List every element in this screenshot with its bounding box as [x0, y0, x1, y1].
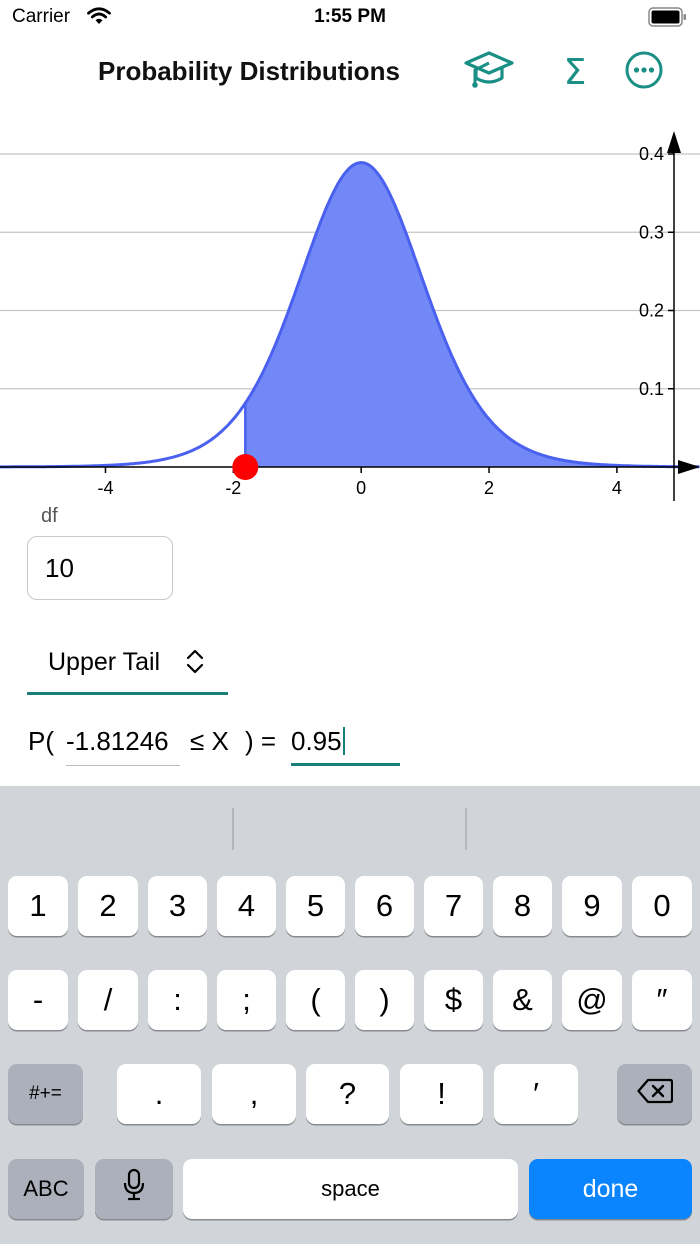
x-tick-label: 4	[612, 478, 622, 498]
delete-button[interactable]	[617, 1064, 692, 1124]
x-value-marker[interactable]	[232, 454, 259, 480]
key-slash[interactable]: /	[78, 970, 138, 1030]
key-abc[interactable]: ABC	[8, 1159, 84, 1219]
key-9[interactable]: 9	[562, 876, 622, 936]
x-tick-label: -2	[225, 478, 241, 498]
df-input[interactable]: 10	[27, 536, 173, 600]
key-semicolon[interactable]: ;	[217, 970, 276, 1030]
space-bar[interactable]: space	[183, 1159, 518, 1219]
x-axis-arrow	[678, 460, 700, 474]
navigation-bar: Probability Distributions Σ	[0, 36, 700, 108]
suggestion-divider	[465, 808, 467, 850]
x-value-field[interactable]: -1.81246	[66, 722, 180, 766]
key-1[interactable]: 1	[8, 876, 68, 936]
backspace-icon	[636, 1076, 673, 1112]
probability-expression: P( -1.81246 ≤ X ) = 0.95	[0, 722, 700, 770]
x-tick-label: 0	[356, 478, 366, 498]
key-comma[interactable]: ,	[212, 1064, 296, 1124]
key-open-paren[interactable]: (	[286, 970, 345, 1030]
key-0[interactable]: 0	[632, 876, 692, 936]
p-value-field[interactable]: 0.95	[291, 722, 400, 766]
sigma-icon: Σ	[563, 51, 587, 93]
prob-suffix: ) =	[245, 726, 277, 756]
key-2[interactable]: 2	[78, 876, 138, 936]
chevron-up-down-icon	[185, 647, 205, 682]
y-tick-label: 0.1	[639, 379, 664, 399]
key-exclamation[interactable]: !	[400, 1064, 483, 1124]
key-6[interactable]: 6	[355, 876, 414, 936]
tail-selector-label: Upper Tail	[48, 648, 161, 676]
graduation-cap-icon	[463, 48, 515, 97]
y-tick-label: 0.4	[639, 144, 664, 164]
key-double-quote[interactable]: ″	[632, 970, 692, 1030]
learn-button[interactable]	[462, 50, 516, 94]
y-tick-label: 0.3	[639, 222, 664, 242]
chart-canvas: -4 -2 0 2 4 0.1 0.2 0.3 0.4	[0, 131, 700, 501]
key-symbols[interactable]: #+=	[8, 1064, 83, 1124]
key-4[interactable]: 4	[217, 876, 276, 936]
page-title: Probability Distributions	[98, 56, 400, 86]
key-question[interactable]: ?	[306, 1064, 389, 1124]
shaded-area	[245, 162, 700, 467]
p-value: 0.95	[291, 726, 342, 756]
sigma-button[interactable]: Σ	[548, 50, 602, 94]
key-at[interactable]: @	[562, 970, 622, 1030]
clock: 1:55 PM	[314, 6, 386, 27]
x-tick-label: -4	[97, 478, 113, 498]
key-ampersand[interactable]: &	[493, 970, 552, 1030]
key-apostrophe[interactable]: ′	[494, 1064, 578, 1124]
key-close-paren[interactable]: )	[355, 970, 414, 1030]
key-5[interactable]: 5	[286, 876, 345, 936]
y-tick-label: 0.2	[639, 301, 664, 321]
keyboard: 1 2 3 4 5 6 7 8 9 0 - / : ; ( ) $ & @ ″ …	[0, 786, 700, 1244]
suggestion-divider	[232, 808, 234, 850]
done-button[interactable]: done	[529, 1159, 692, 1219]
df-label: df	[41, 505, 58, 527]
distribution-chart: -4 -2 0 2 4 0.1 0.2 0.3 0.4	[0, 125, 700, 505]
y-axis-arrow	[667, 131, 681, 153]
battery-icon	[648, 7, 688, 27]
more-button[interactable]	[617, 50, 671, 94]
tail-selector[interactable]: Upper Tail	[27, 638, 228, 695]
key-7[interactable]: 7	[424, 876, 483, 936]
key-3[interactable]: 3	[148, 876, 207, 936]
more-icon	[624, 50, 664, 95]
text-cursor	[342, 727, 345, 755]
status-bar: Carrier 1:55 PM	[0, 0, 700, 36]
key-8[interactable]: 8	[493, 876, 552, 936]
key-hyphen[interactable]: -	[8, 970, 68, 1030]
dictation-button[interactable]	[95, 1159, 173, 1219]
x-value: -1.81246	[66, 726, 169, 756]
prob-relation: ≤ X	[190, 726, 229, 756]
key-period[interactable]: .	[117, 1064, 201, 1124]
key-dollar[interactable]: $	[424, 970, 483, 1030]
microphone-icon	[122, 1168, 146, 1210]
x-tick-label: 2	[484, 478, 494, 498]
key-colon[interactable]: :	[148, 970, 207, 1030]
prob-prefix: P(	[28, 726, 54, 756]
